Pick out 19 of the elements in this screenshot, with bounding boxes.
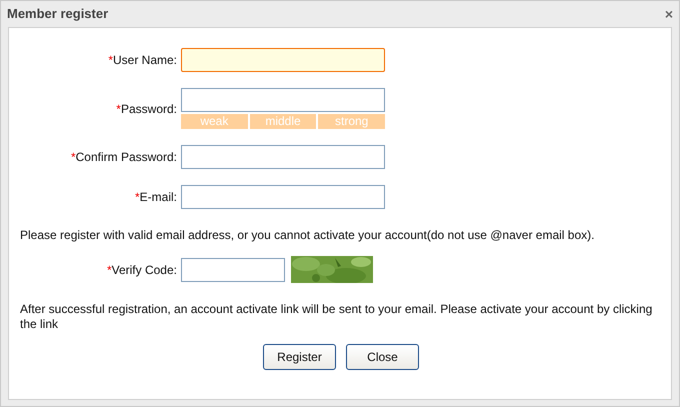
close-dialog-button[interactable]: Close [346, 344, 419, 370]
strength-segment: weak [181, 114, 248, 129]
register-button[interactable]: Register [263, 344, 336, 370]
strength-segment: strong [318, 114, 386, 129]
strength-segment: middle [250, 114, 316, 129]
activation-note: After successful registration, an account activate link will be sent to your email. Please activate your account by clicking the link [19, 302, 654, 332]
input-field[interactable] [181, 145, 385, 169]
close-button[interactable]: × [664, 7, 673, 21]
field-label: *E-mail: [134, 190, 177, 204]
field-label: *User Name: [108, 53, 177, 67]
input-field[interactable] [181, 185, 385, 209]
input-field[interactable] [181, 48, 385, 72]
input-field[interactable] [181, 258, 285, 282]
field-label: *Verify Code: [106, 262, 177, 276]
window-title: Member register [7, 5, 108, 24]
field-label: *Confirm Password: [70, 150, 177, 164]
field-label: *Password: [116, 102, 177, 116]
input-field[interactable] [181, 88, 385, 112]
email-note: Please register with valid email address, or you cannot activate your account(do not use @naver email box). [19, 227, 596, 244]
